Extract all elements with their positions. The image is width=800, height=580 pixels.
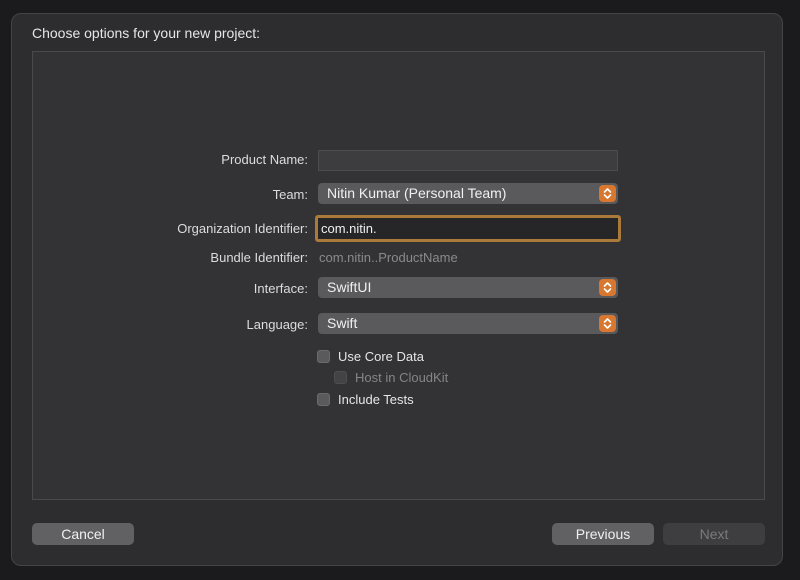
language-popup[interactable]: Swift [318,313,618,334]
team-label: Team: [272,187,308,202]
use-core-data-checkbox[interactable] [317,350,330,363]
host-in-cloudkit-option: Host in CloudKit [334,370,494,386]
previous-button[interactable]: Previous [552,523,654,545]
interface-popup[interactable]: SwiftUI [318,277,618,298]
include-tests-option[interactable]: Include Tests [317,392,477,408]
team-popup[interactable]: Nitin Kumar (Personal Team) [318,183,618,204]
include-tests-label: Include Tests [338,392,414,407]
team-popup-value: Nitin Kumar (Personal Team) [327,185,507,201]
include-tests-checkbox[interactable] [317,393,330,406]
bundle-identifier-value: com.nitin..ProductName [319,250,458,265]
organization-identifier-field[interactable]: com.nitin. [315,215,621,242]
interface-label: Interface: [253,281,308,296]
language-popup-value: Swift [327,315,358,331]
organization-identifier-label: Organization Identifier: [177,221,308,236]
host-in-cloudkit-label: Host in CloudKit [355,370,449,385]
use-core-data-label: Use Core Data [338,349,424,364]
bundle-identifier-label: Bundle Identifier: [210,250,308,265]
options-panel: Product Name: Team: Organization Identif… [32,51,765,500]
chevron-up-down-icon [599,185,616,202]
dialog-title: Choose options for your new project: [32,25,261,41]
product-name-field[interactable] [318,150,618,171]
chevron-up-down-icon [599,315,616,332]
interface-popup-value: SwiftUI [327,279,372,295]
product-name-label: Product Name: [221,152,308,167]
form-labels: Product Name: Team: Organization Identif… [48,52,308,499]
chevron-up-down-icon [599,279,616,296]
next-button[interactable]: Next [663,523,765,545]
new-project-dialog: Choose options for your new project: Pro… [11,13,783,566]
host-in-cloudkit-checkbox [334,371,347,384]
language-label: Language: [246,317,308,332]
use-core-data-option[interactable]: Use Core Data [317,349,477,365]
cancel-button[interactable]: Cancel [32,523,134,545]
